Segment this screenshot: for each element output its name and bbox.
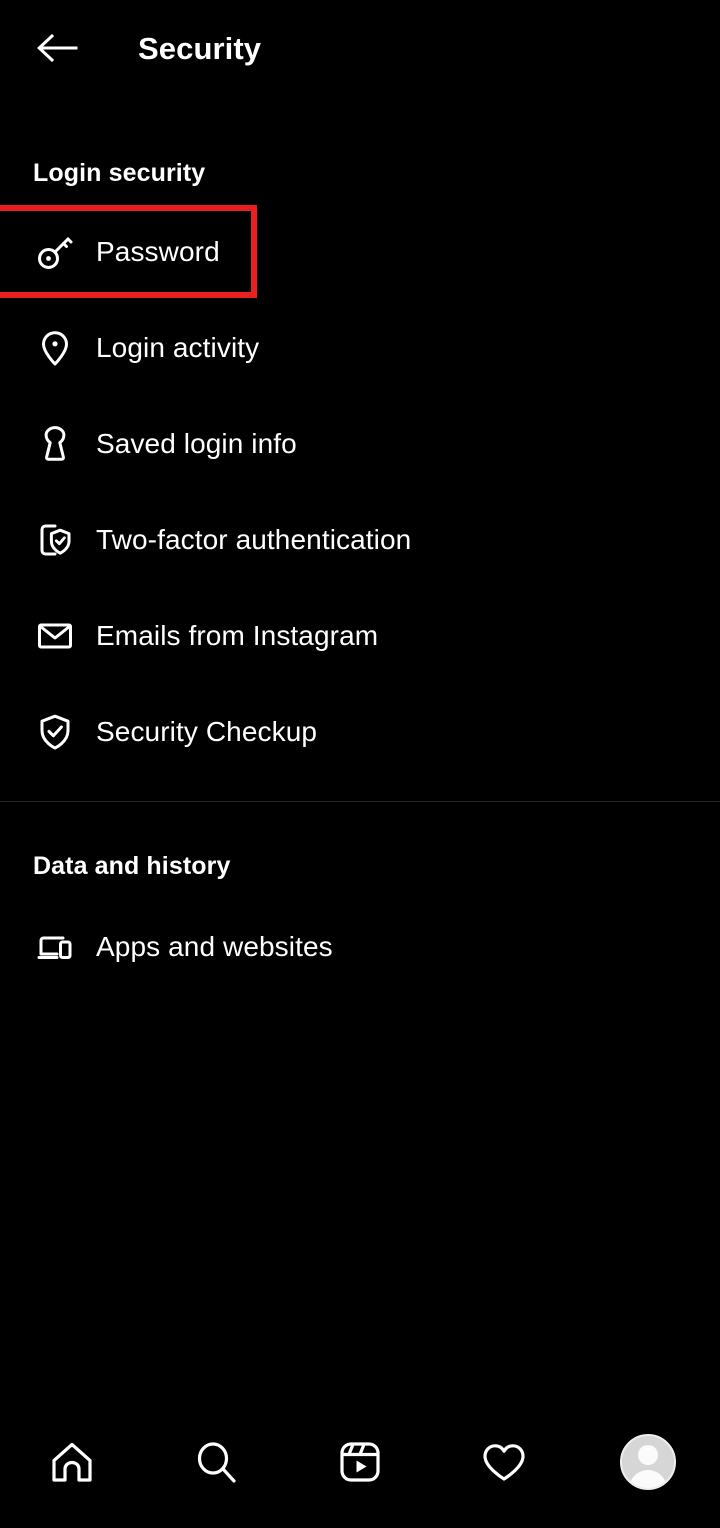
phone-shield-check-icon	[33, 518, 77, 562]
key-icon	[33, 230, 77, 274]
section-login-security: Login security Password Login activity S…	[0, 96, 720, 780]
list-item-label: Security Checkup	[96, 716, 318, 747]
list-item-saved-login-info[interactable]: Saved login info	[0, 396, 720, 492]
list-item-security-checkup[interactable]: Security Checkup	[0, 684, 720, 780]
nav-search-button[interactable]	[168, 1414, 264, 1510]
list-item-emails-from-instagram[interactable]: Emails from Instagram	[0, 588, 720, 684]
list-item-label: Apps and websites	[96, 931, 333, 962]
page-title: Security	[138, 30, 262, 66]
devices-icon	[33, 925, 77, 969]
list-item-password[interactable]: Password	[0, 204, 720, 300]
keyhole-icon	[33, 422, 77, 466]
section-title-data-and-history: Data and history	[33, 852, 231, 880]
login-security-list: Password Login activity Saved login info	[0, 204, 720, 780]
home-icon	[52, 1442, 92, 1482]
list-item-two-factor-authentication[interactable]: Two-factor authentication	[0, 492, 720, 588]
page-header: Security	[0, 0, 720, 96]
nav-home-button[interactable]	[24, 1414, 120, 1510]
heart-icon	[483, 1444, 525, 1481]
data-history-list: Apps and websites	[0, 899, 720, 995]
list-item-label: Saved login info	[96, 428, 297, 459]
search-icon	[197, 1442, 236, 1483]
list-item-label: Two-factor authentication	[96, 524, 412, 555]
reels-icon	[340, 1442, 380, 1482]
envelope-icon	[33, 614, 77, 658]
list-item-label: Login activity	[96, 332, 260, 363]
nav-profile-button[interactable]	[600, 1414, 696, 1510]
arrow-left-icon	[37, 33, 78, 63]
back-button[interactable]	[33, 24, 81, 72]
nav-activity-button[interactable]	[456, 1414, 552, 1510]
nav-reels-button[interactable]	[312, 1414, 408, 1510]
list-item-apps-and-websites[interactable]: Apps and websites	[0, 899, 720, 995]
list-item-login-activity[interactable]: Login activity	[0, 300, 720, 396]
section-title-login-security: Login security	[33, 159, 206, 187]
list-item-label: Emails from Instagram	[96, 620, 379, 651]
section-data-and-history: Data and history Apps and websites	[0, 802, 720, 995]
shield-check-icon	[33, 710, 77, 754]
avatar-head	[638, 1445, 658, 1465]
bottom-navigation-bar	[0, 1396, 720, 1528]
list-item-label: Password	[96, 236, 220, 267]
location-pin-icon	[33, 326, 77, 370]
avatar-icon	[620, 1434, 676, 1490]
avatar-body	[629, 1470, 667, 1488]
